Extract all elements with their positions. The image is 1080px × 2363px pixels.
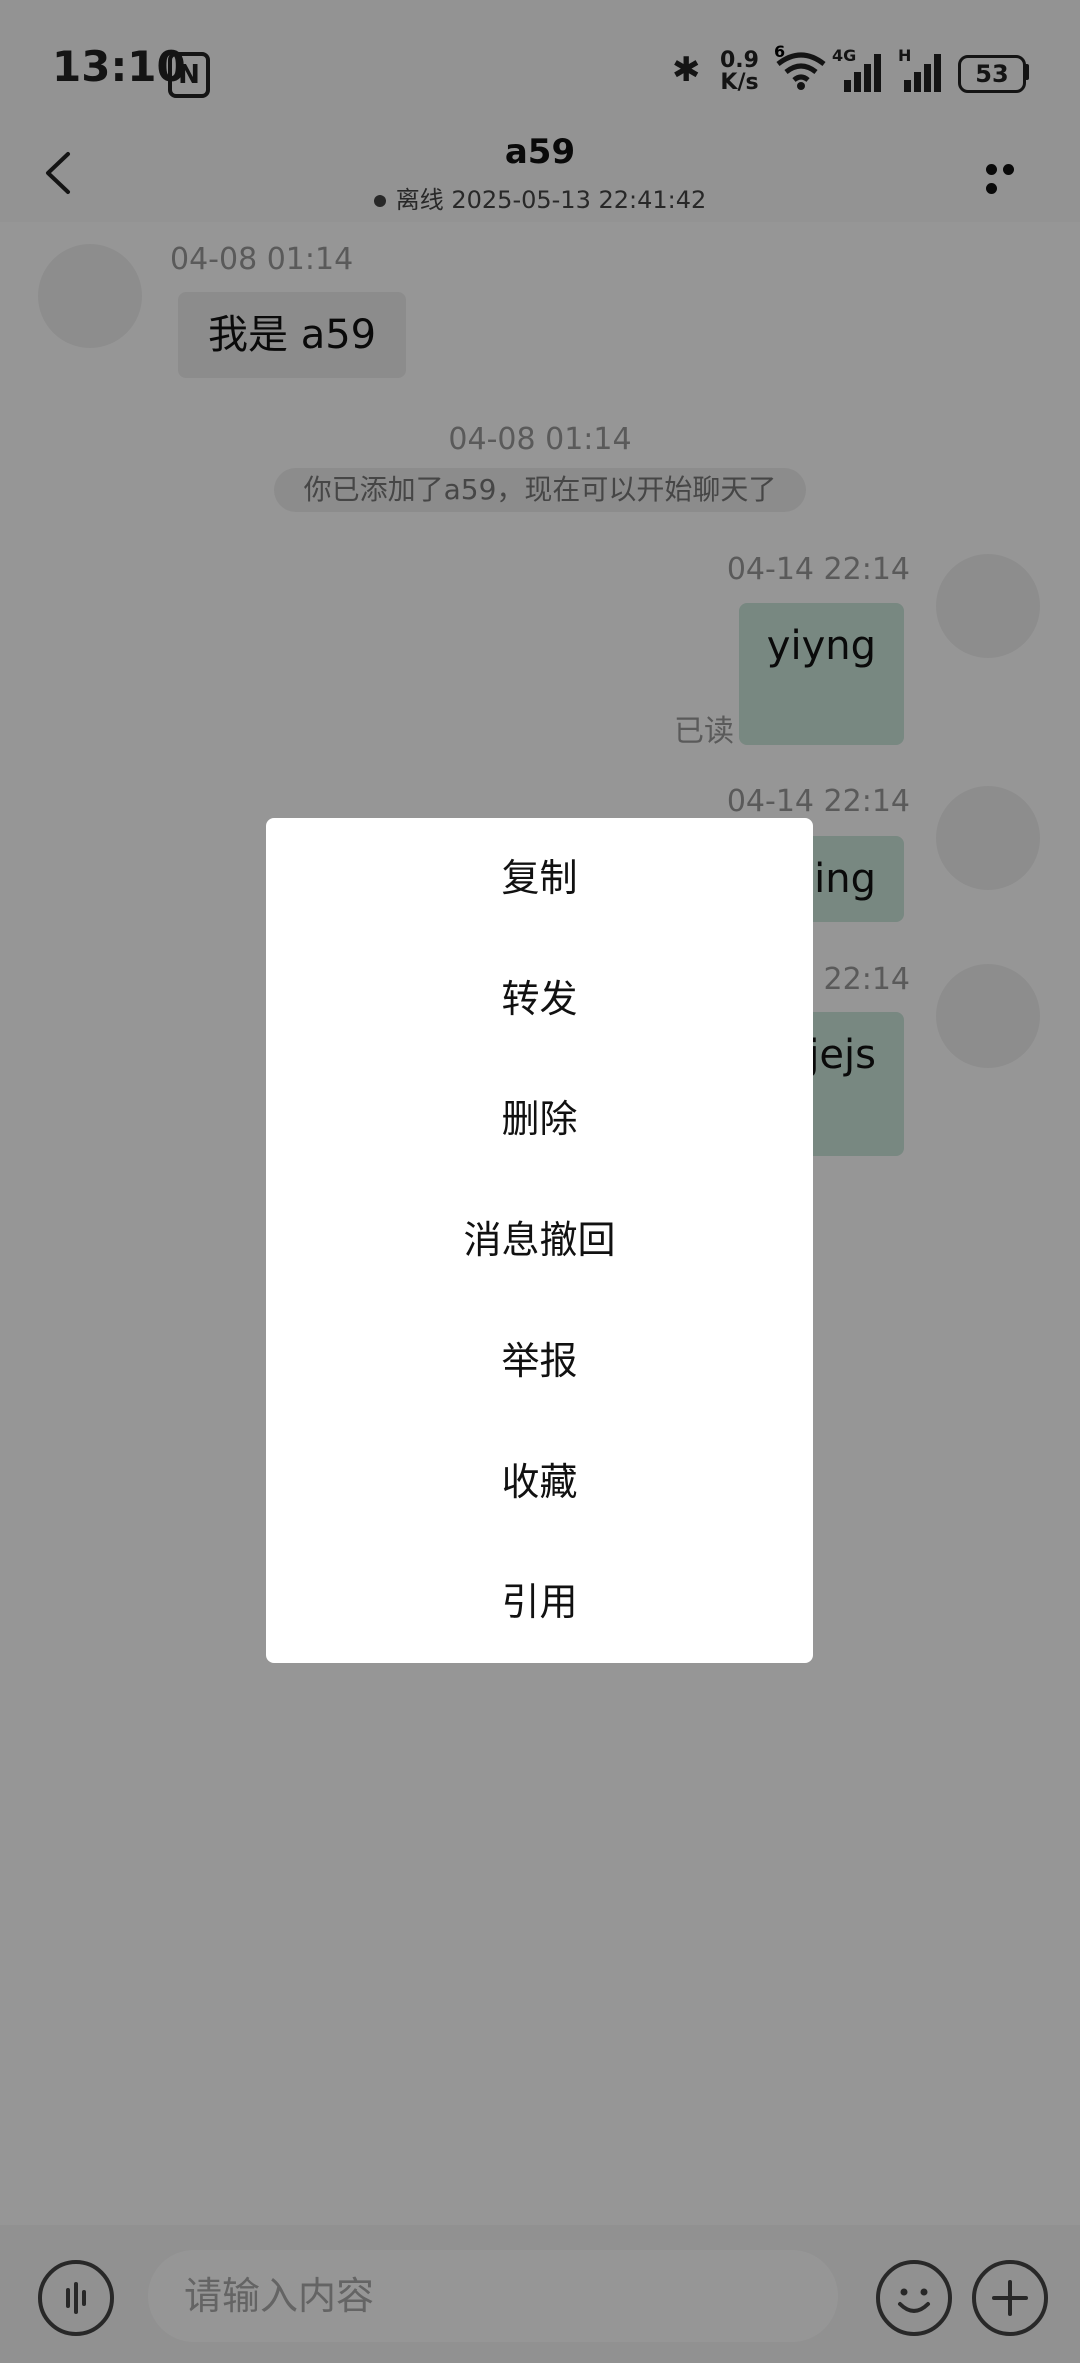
menu-item-quote[interactable]: 引用 xyxy=(266,1542,813,1663)
menu-item-delete[interactable]: 删除 xyxy=(266,1059,813,1180)
menu-item-copy[interactable]: 复制 xyxy=(266,818,813,939)
menu-item-recall[interactable]: 消息撤回 xyxy=(266,1180,813,1301)
menu-item-forward[interactable]: 转发 xyxy=(266,939,813,1060)
message-context-menu: 复制 转发 删除 消息撤回 举报 收藏 引用 xyxy=(266,818,813,1663)
menu-item-favorite[interactable]: 收藏 xyxy=(266,1422,813,1543)
menu-item-report[interactable]: 举报 xyxy=(266,1301,813,1422)
